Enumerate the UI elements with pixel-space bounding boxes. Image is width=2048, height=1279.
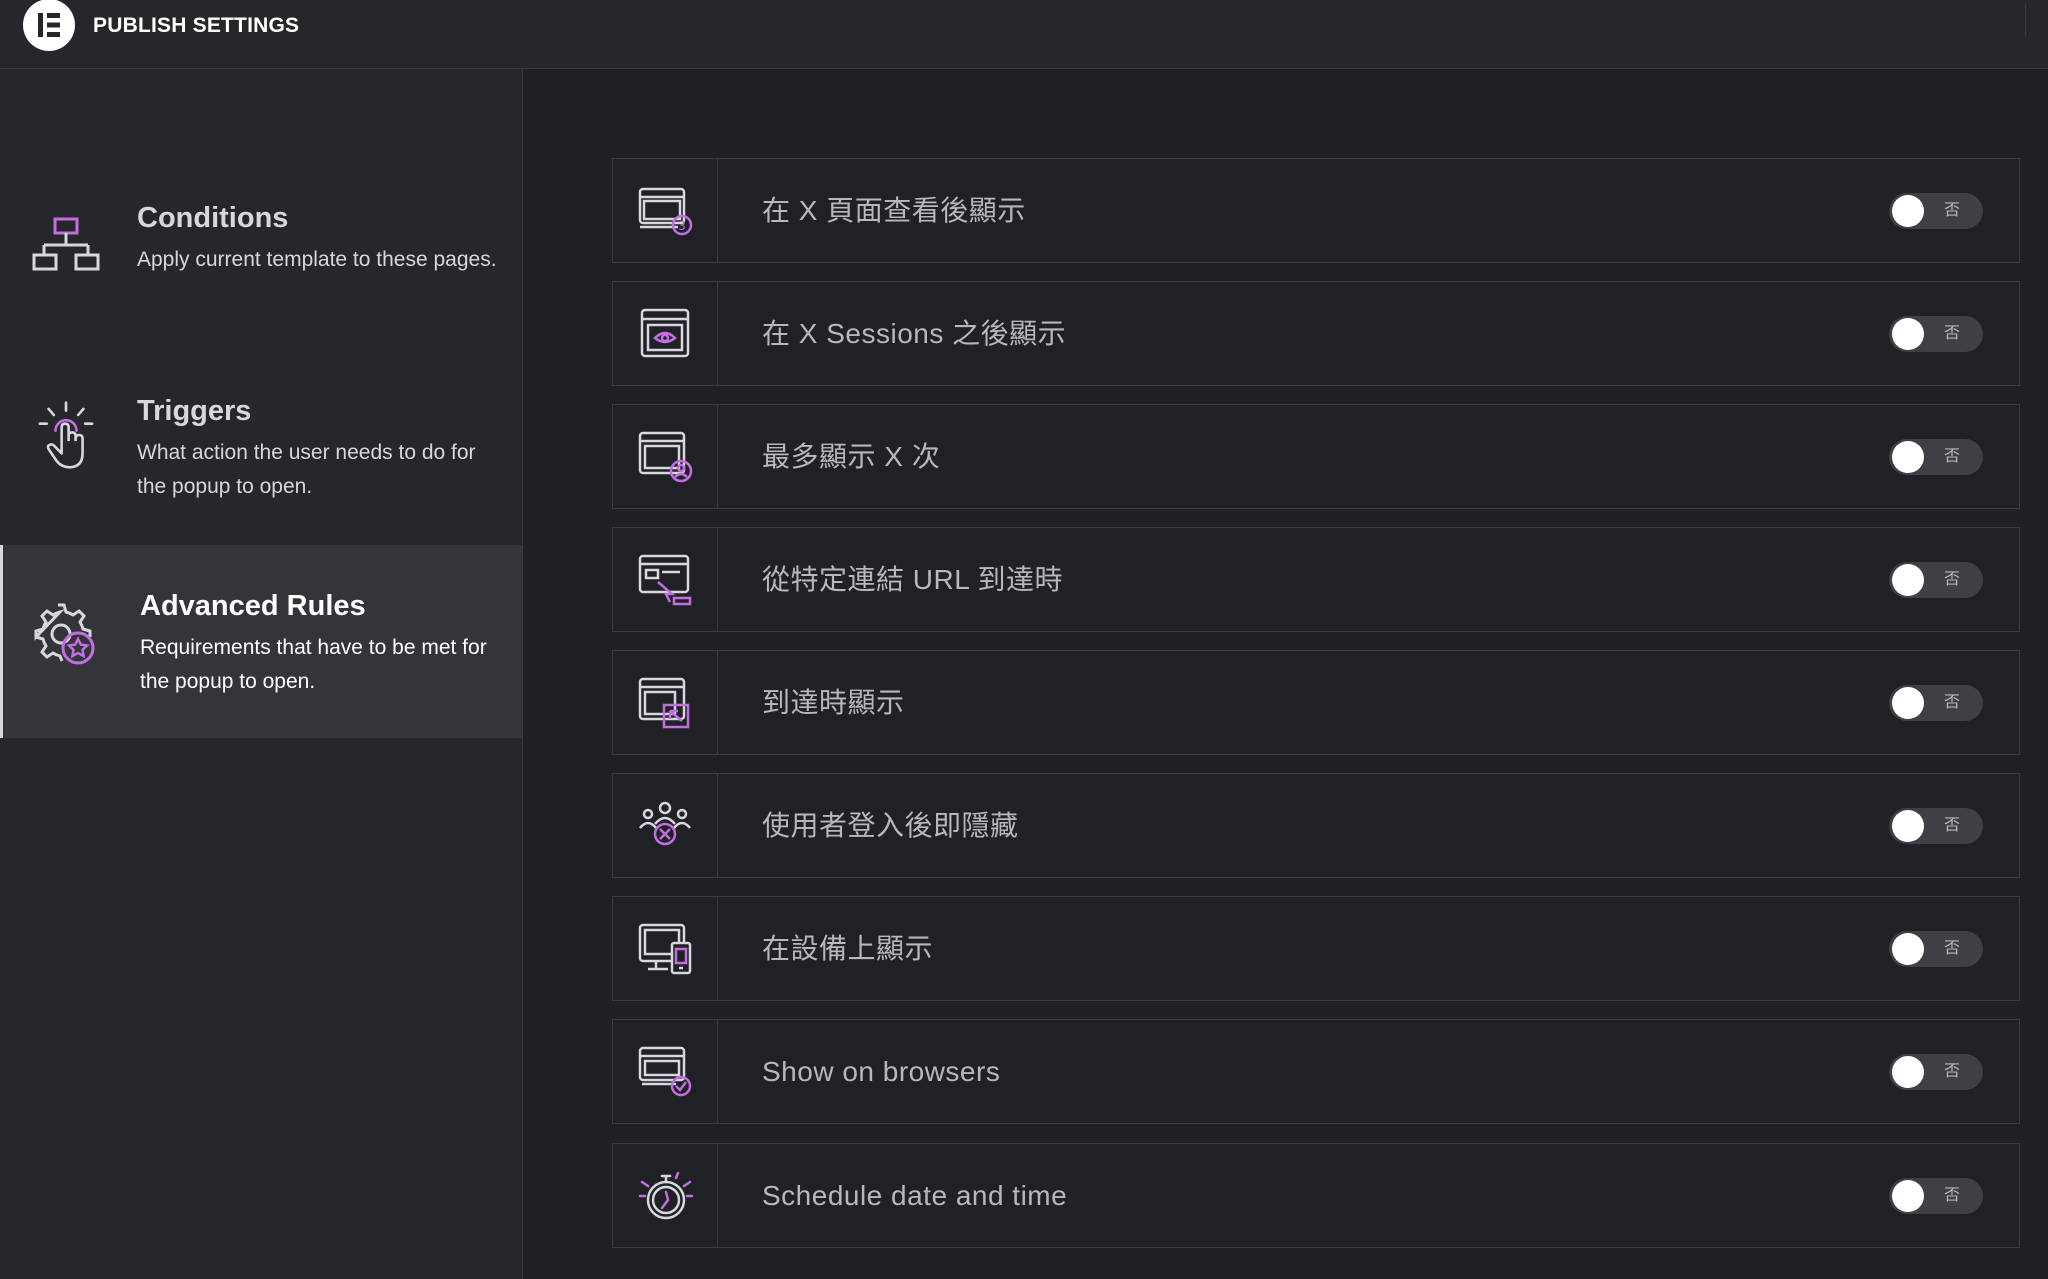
toggle-state-text: 否 bbox=[1944, 694, 1961, 711]
devices-icon bbox=[638, 923, 692, 975]
users-hide-icon bbox=[639, 801, 691, 846]
rule-icon-cell bbox=[613, 1144, 718, 1247]
advanced-rules-panel: 3 在 X 頁面查看後顯示 否 在 X Sessions 之後顯示 否 最多顯示… bbox=[523, 69, 2048, 1279]
toggle-knob bbox=[1892, 195, 1924, 227]
rule-toggle[interactable]: 否 bbox=[1889, 685, 1983, 721]
rule-icon-cell bbox=[613, 774, 718, 877]
sidebar-item-description: What action the user needs to do for the… bbox=[137, 441, 476, 498]
rule-label: 從特定連結 URL 到達時 bbox=[762, 564, 1064, 595]
rule-toggle[interactable]: 否 bbox=[1889, 1178, 1983, 1214]
rule-row: 使用者登入後即隱藏 否 bbox=[612, 773, 2020, 878]
rule-toggle[interactable]: 否 bbox=[1889, 931, 1983, 967]
gear-star-icon bbox=[34, 603, 95, 665]
sidebar-item-title: Conditions bbox=[137, 202, 289, 234]
header-divider bbox=[2025, 4, 2026, 36]
toggle-state-text: 否 bbox=[1944, 1063, 1961, 1080]
toggle-state-text: 否 bbox=[1944, 571, 1961, 588]
rule-toggle[interactable]: 否 bbox=[1889, 193, 1983, 229]
svg-text:3: 3 bbox=[678, 219, 686, 233]
rule-icon-cell bbox=[613, 282, 718, 385]
rule-toggle[interactable]: 否 bbox=[1889, 439, 1983, 475]
sidebar-item-description: Requirements that have to be met for the… bbox=[140, 636, 487, 693]
toggle-knob bbox=[1892, 1056, 1924, 1088]
rule-icon-cell bbox=[613, 651, 718, 754]
rule-label: 最多顯示 X 次 bbox=[762, 441, 941, 472]
rule-toggle[interactable]: 否 bbox=[1889, 1054, 1983, 1090]
toggle-knob bbox=[1892, 687, 1924, 719]
sidebar-item-conditions[interactable]: Conditions Apply current template to the… bbox=[0, 165, 522, 358]
arrival-arrow-icon bbox=[638, 677, 690, 729]
rule-icon-cell bbox=[613, 897, 718, 1000]
toggle-knob bbox=[1892, 933, 1924, 965]
url-link-cursor-icon bbox=[638, 554, 692, 606]
sidebar-item-advanced-rules[interactable]: Advanced Rules Requirements that have to… bbox=[0, 545, 522, 738]
toggle-state-text: 否 bbox=[1944, 202, 1961, 219]
rule-label: Show on browsers bbox=[762, 1056, 1001, 1087]
rule-label: 在設備上顯示 bbox=[762, 933, 934, 964]
rule-row: Show on browsers 否 bbox=[612, 1019, 2020, 1124]
toggle-state-text: 否 bbox=[1944, 1187, 1961, 1204]
toggle-state-text: 否 bbox=[1944, 817, 1961, 834]
rule-icon-cell bbox=[613, 528, 718, 631]
sidebar-item-triggers[interactable]: Triggers What action the user needs to d… bbox=[0, 358, 522, 551]
sidebar-item-title: Advanced Rules bbox=[140, 590, 366, 622]
rule-toggle[interactable]: 否 bbox=[1889, 562, 1983, 598]
browser-check-icon bbox=[638, 1046, 692, 1097]
rule-label: 在 X 頁面查看後顯示 bbox=[762, 195, 1026, 226]
toggle-knob bbox=[1892, 564, 1924, 596]
elementor-logo-icon[interactable] bbox=[23, 0, 75, 51]
sitemap-icon bbox=[32, 217, 100, 271]
rule-row: Schedule date and time 否 bbox=[612, 1143, 2020, 1248]
sessions-eye-icon bbox=[640, 308, 690, 358]
sidebar-item-title: Triggers bbox=[137, 395, 252, 427]
toggle-state-text: 否 bbox=[1944, 940, 1961, 957]
top-header: PUBLISH SETTINGS bbox=[0, 0, 2048, 69]
rule-row: 從特定連結 URL 到達時 否 bbox=[612, 527, 2020, 632]
rule-toggle[interactable]: 否 bbox=[1889, 316, 1983, 352]
rule-label: 到達時顯示 bbox=[762, 687, 905, 718]
toggle-knob bbox=[1892, 441, 1924, 473]
toggle-knob bbox=[1892, 810, 1924, 842]
page-title: PUBLISH SETTINGS bbox=[93, 14, 300, 37]
rule-row: 在 X Sessions 之後顯示 否 bbox=[612, 281, 2020, 386]
max-times-user-icon bbox=[638, 431, 693, 483]
stopwatch-icon bbox=[638, 1171, 694, 1220]
sidebar-item-description: Apply current template to these pages. bbox=[137, 248, 497, 271]
rule-label: Schedule date and time bbox=[762, 1180, 1068, 1211]
page-views-icon: 3 bbox=[638, 187, 693, 236]
rule-icon-cell bbox=[613, 405, 718, 508]
rule-icon-cell: 3 bbox=[613, 159, 718, 262]
toggle-state-text: 否 bbox=[1944, 325, 1961, 342]
toggle-knob bbox=[1892, 1180, 1924, 1212]
pointer-click-icon bbox=[38, 401, 94, 469]
rule-row: 最多顯示 X 次 否 bbox=[612, 404, 2020, 509]
rule-toggle[interactable]: 否 bbox=[1889, 808, 1983, 844]
rule-label: 在 X Sessions 之後顯示 bbox=[762, 318, 1067, 349]
toggle-knob bbox=[1892, 318, 1924, 350]
toggle-state-text: 否 bbox=[1944, 448, 1961, 465]
rule-row: 到達時顯示 否 bbox=[612, 650, 2020, 755]
rule-row: 在設備上顯示 否 bbox=[612, 896, 2020, 1001]
rule-icon-cell bbox=[613, 1020, 718, 1123]
rule-label: 使用者登入後即隱藏 bbox=[762, 810, 1019, 841]
rule-row: 3 在 X 頁面查看後顯示 否 bbox=[612, 158, 2020, 263]
sidebar: Conditions Apply current template to the… bbox=[0, 69, 523, 1279]
